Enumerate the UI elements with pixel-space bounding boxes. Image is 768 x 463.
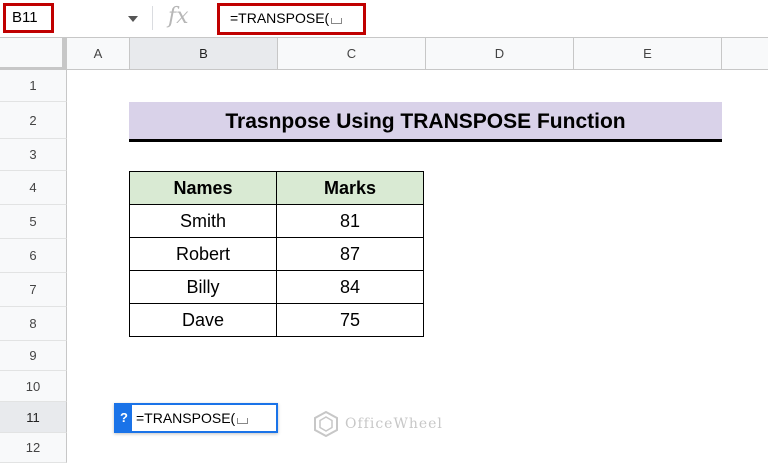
table-row: Smith 81 — [129, 204, 424, 238]
sheet-title: Trasnpose Using TRANSPOSE Function — [129, 102, 722, 142]
watermark: OfficeWheel — [313, 411, 443, 437]
watermark-text: OfficeWheel — [345, 416, 443, 432]
cell-name[interactable]: Dave — [129, 303, 277, 337]
names-marks-table: Names Marks Smith 81 Robert 87 Billy 84 … — [129, 171, 424, 337]
header-marks[interactable]: Marks — [276, 171, 424, 205]
column-header-f-partial[interactable] — [722, 38, 768, 70]
column-header-c[interactable]: C — [278, 38, 426, 70]
cell-mark[interactable]: 81 — [276, 204, 424, 238]
active-cell-text: =TRANSPOSE( — [136, 405, 249, 431]
row-header-5[interactable]: 5 — [0, 205, 67, 239]
formula-input[interactable]: =TRANSPOSE( — [217, 3, 366, 35]
cell-mark[interactable]: 75 — [276, 303, 424, 337]
column-header-a[interactable]: A — [67, 38, 130, 70]
cell-name[interactable]: Smith — [129, 204, 277, 238]
table-row: Dave 75 — [129, 303, 424, 337]
formula-help-icon[interactable]: ? — [116, 405, 132, 431]
name-box[interactable]: B11 — [3, 3, 54, 33]
active-cell-editor[interactable]: ? =TRANSPOSE( — [114, 403, 278, 433]
table-row: Robert 87 — [129, 237, 424, 271]
cell-name[interactable]: Robert — [129, 237, 277, 271]
row-header-11[interactable]: 11 — [0, 402, 67, 433]
column-header-d[interactable]: D — [426, 38, 574, 70]
row-header-7[interactable]: 7 — [0, 273, 67, 307]
row-header-3[interactable]: 3 — [0, 139, 67, 171]
formula-bar-separator — [152, 6, 153, 30]
select-all-corner[interactable] — [0, 38, 67, 70]
cell-name[interactable]: Billy — [129, 270, 277, 304]
name-box-dropdown-icon[interactable] — [128, 16, 138, 22]
text-cursor-icon — [237, 418, 249, 424]
row-header-10[interactable]: 10 — [0, 371, 67, 402]
text-cursor-icon — [331, 18, 343, 24]
row-header-1[interactable]: 1 — [0, 70, 67, 102]
row-header-4[interactable]: 4 — [0, 171, 67, 205]
table-row: Billy 84 — [129, 270, 424, 304]
column-header-b[interactable]: B — [130, 38, 278, 70]
row-header-2[interactable]: 2 — [0, 102, 67, 139]
row-header-9[interactable]: 9 — [0, 341, 67, 371]
fx-icon: fx — [168, 4, 189, 29]
row-header-6[interactable]: 6 — [0, 239, 67, 273]
header-names[interactable]: Names — [129, 171, 277, 205]
cell-mark[interactable]: 84 — [276, 270, 424, 304]
formula-bar: B11 fx =TRANSPOSE( — [0, 0, 768, 38]
row-header-8[interactable]: 8 — [0, 307, 67, 341]
cell-mark[interactable]: 87 — [276, 237, 424, 271]
officewheel-logo-icon — [314, 411, 338, 437]
row-header-12[interactable]: 12 — [0, 433, 67, 463]
table-header-row: Names Marks — [129, 171, 424, 205]
column-header-e[interactable]: E — [574, 38, 722, 70]
formula-text: =TRANSPOSE( — [230, 10, 330, 26]
